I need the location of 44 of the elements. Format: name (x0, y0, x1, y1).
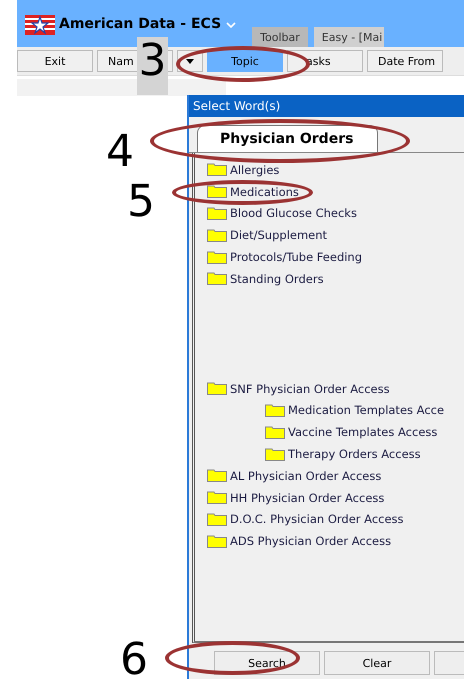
tree-item[interactable]: Protocols/Tube Feeding (230, 250, 362, 264)
folder-icon (207, 228, 227, 242)
folder-icon (207, 250, 227, 264)
folder-icon (207, 185, 227, 198)
folder-icon (207, 382, 227, 396)
tree-item[interactable]: ADS Physician Order Access (230, 534, 392, 548)
tree-item[interactable]: AL Physician Order Access (230, 468, 382, 483)
tree-item[interactable]: D.O.C. Physician Order Access (230, 512, 404, 526)
tree-item[interactable]: Vaccine Templates Access (288, 425, 438, 440)
toolbar-button[interactable]: Date From (367, 50, 443, 72)
folder-icon (265, 448, 285, 461)
folder-icon (207, 534, 227, 548)
folder-icon (207, 491, 227, 504)
folder-icon (207, 206, 227, 220)
step-number: 3 (137, 37, 168, 95)
folder-icon (207, 163, 227, 176)
folder-icon (207, 272, 227, 286)
tree-item[interactable]: Standing Orders (230, 272, 324, 286)
tree-item[interactable]: Therapy Orders Access (288, 447, 421, 462)
folder-icon (207, 469, 227, 482)
window-title: American Data - ECS (59, 16, 222, 32)
toolbar-button[interactable]: Topic (207, 50, 283, 72)
window-tab[interactable]: Easy - [Mai (314, 27, 384, 47)
window-tab[interactable]: Toolbar (252, 27, 308, 47)
tree-item[interactable]: Blood Glucose Checks (230, 206, 357, 220)
tree-item[interactable]: Allergies (230, 162, 280, 177)
dialog-title: Select Word(s) (189, 95, 464, 117)
folder-icon (265, 426, 285, 439)
caret-icon (186, 58, 194, 64)
folder-icon (207, 512, 227, 526)
tree-item[interactable]: Medication Templates Acce (288, 403, 444, 418)
tree-item[interactable]: Diet/Supplement (230, 228, 328, 242)
step-number: 4 (106, 128, 134, 176)
flag-icon (25, 15, 55, 35)
tree-item[interactable]: HH Physician Order Access (230, 490, 384, 505)
folder-icon (265, 404, 285, 417)
tree-item[interactable]: Medications (230, 184, 299, 199)
dialog-button[interactable]: Clear (324, 651, 430, 675)
tree-item[interactable]: SNF Physician Order Access (230, 382, 390, 396)
step-number: 6 (120, 636, 148, 679)
toolbar-button[interactable]: Exit (17, 50, 93, 72)
chevron-down-icon[interactable] (226, 22, 236, 28)
step-number: 5 (127, 178, 155, 226)
dialog-tab[interactable]: Physician Orders (197, 125, 378, 152)
